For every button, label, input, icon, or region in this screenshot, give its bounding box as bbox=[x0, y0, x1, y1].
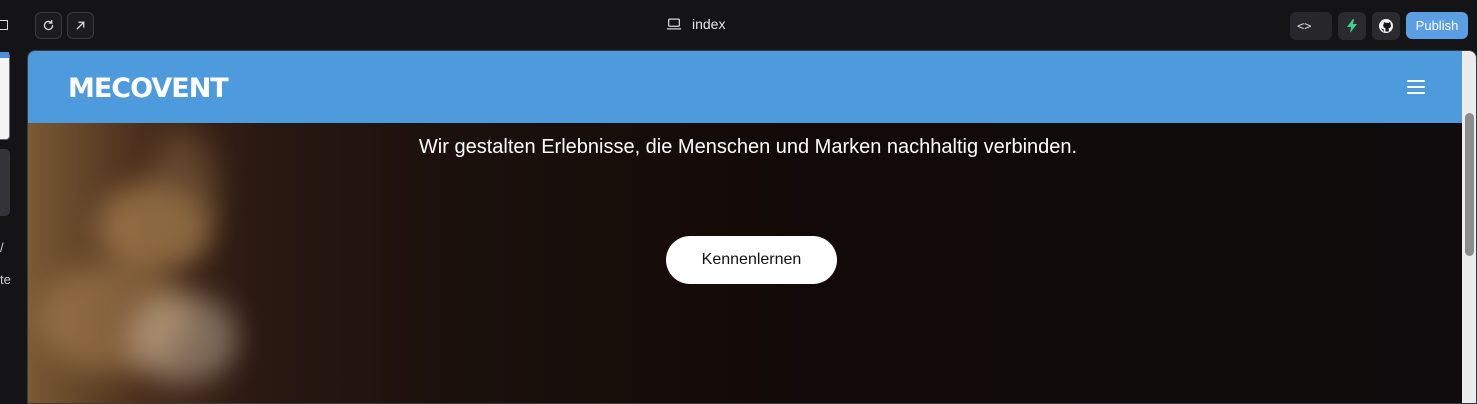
page-thumbnail-secondary[interactable] bbox=[0, 149, 10, 216]
page-thumbnail-header bbox=[0, 52, 9, 58]
bolt-button[interactable] bbox=[1338, 12, 1366, 40]
hamburger-menu-icon[interactable] bbox=[1407, 80, 1425, 94]
publish-button[interactable]: Publish bbox=[1406, 12, 1468, 39]
open-external-button[interactable] bbox=[67, 12, 94, 39]
hero-section: Wir gestalten Erlebnisse, die Menschen u… bbox=[28, 123, 1462, 403]
left-panel-text-2: te bbox=[0, 272, 11, 287]
preview-viewport: MECOVENT Wir gestalten Erlebnisse, die M… bbox=[27, 50, 1477, 404]
editor-left-panel: / te bbox=[0, 0, 24, 404]
hero-headline: Wir gestalten Erlebnisse, die Menschen u… bbox=[418, 136, 1078, 158]
left-panel-text-1: / bbox=[0, 240, 4, 255]
tab-title: index bbox=[666, 16, 725, 32]
refresh-icon bbox=[43, 19, 54, 31]
editor-toolbar bbox=[0, 0, 1477, 50]
code-toggle-label: <> bbox=[1297, 19, 1312, 33]
github-icon bbox=[1379, 19, 1393, 33]
hero-bg-blob bbox=[148, 133, 218, 253]
site-header: MECOVENT bbox=[28, 51, 1462, 123]
site-logo[interactable]: MECOVENT bbox=[68, 73, 229, 104]
code-view-toggle[interactable]: <> bbox=[1290, 12, 1332, 40]
bolt-icon bbox=[1347, 19, 1357, 33]
hero-bg-blob bbox=[128, 293, 238, 383]
panel-toggle-icon[interactable] bbox=[0, 20, 8, 30]
preview-scrollbar-thumb[interactable] bbox=[1465, 113, 1474, 256]
kennenlernen-button[interactable]: Kennenlernen bbox=[666, 236, 837, 284]
tab-title-text: index bbox=[692, 16, 726, 32]
arrow-up-right-icon bbox=[76, 21, 85, 30]
page-thumbnail[interactable] bbox=[0, 52, 10, 140]
github-button[interactable] bbox=[1372, 12, 1400, 40]
laptop-icon bbox=[666, 18, 682, 30]
refresh-button[interactable] bbox=[35, 12, 62, 39]
